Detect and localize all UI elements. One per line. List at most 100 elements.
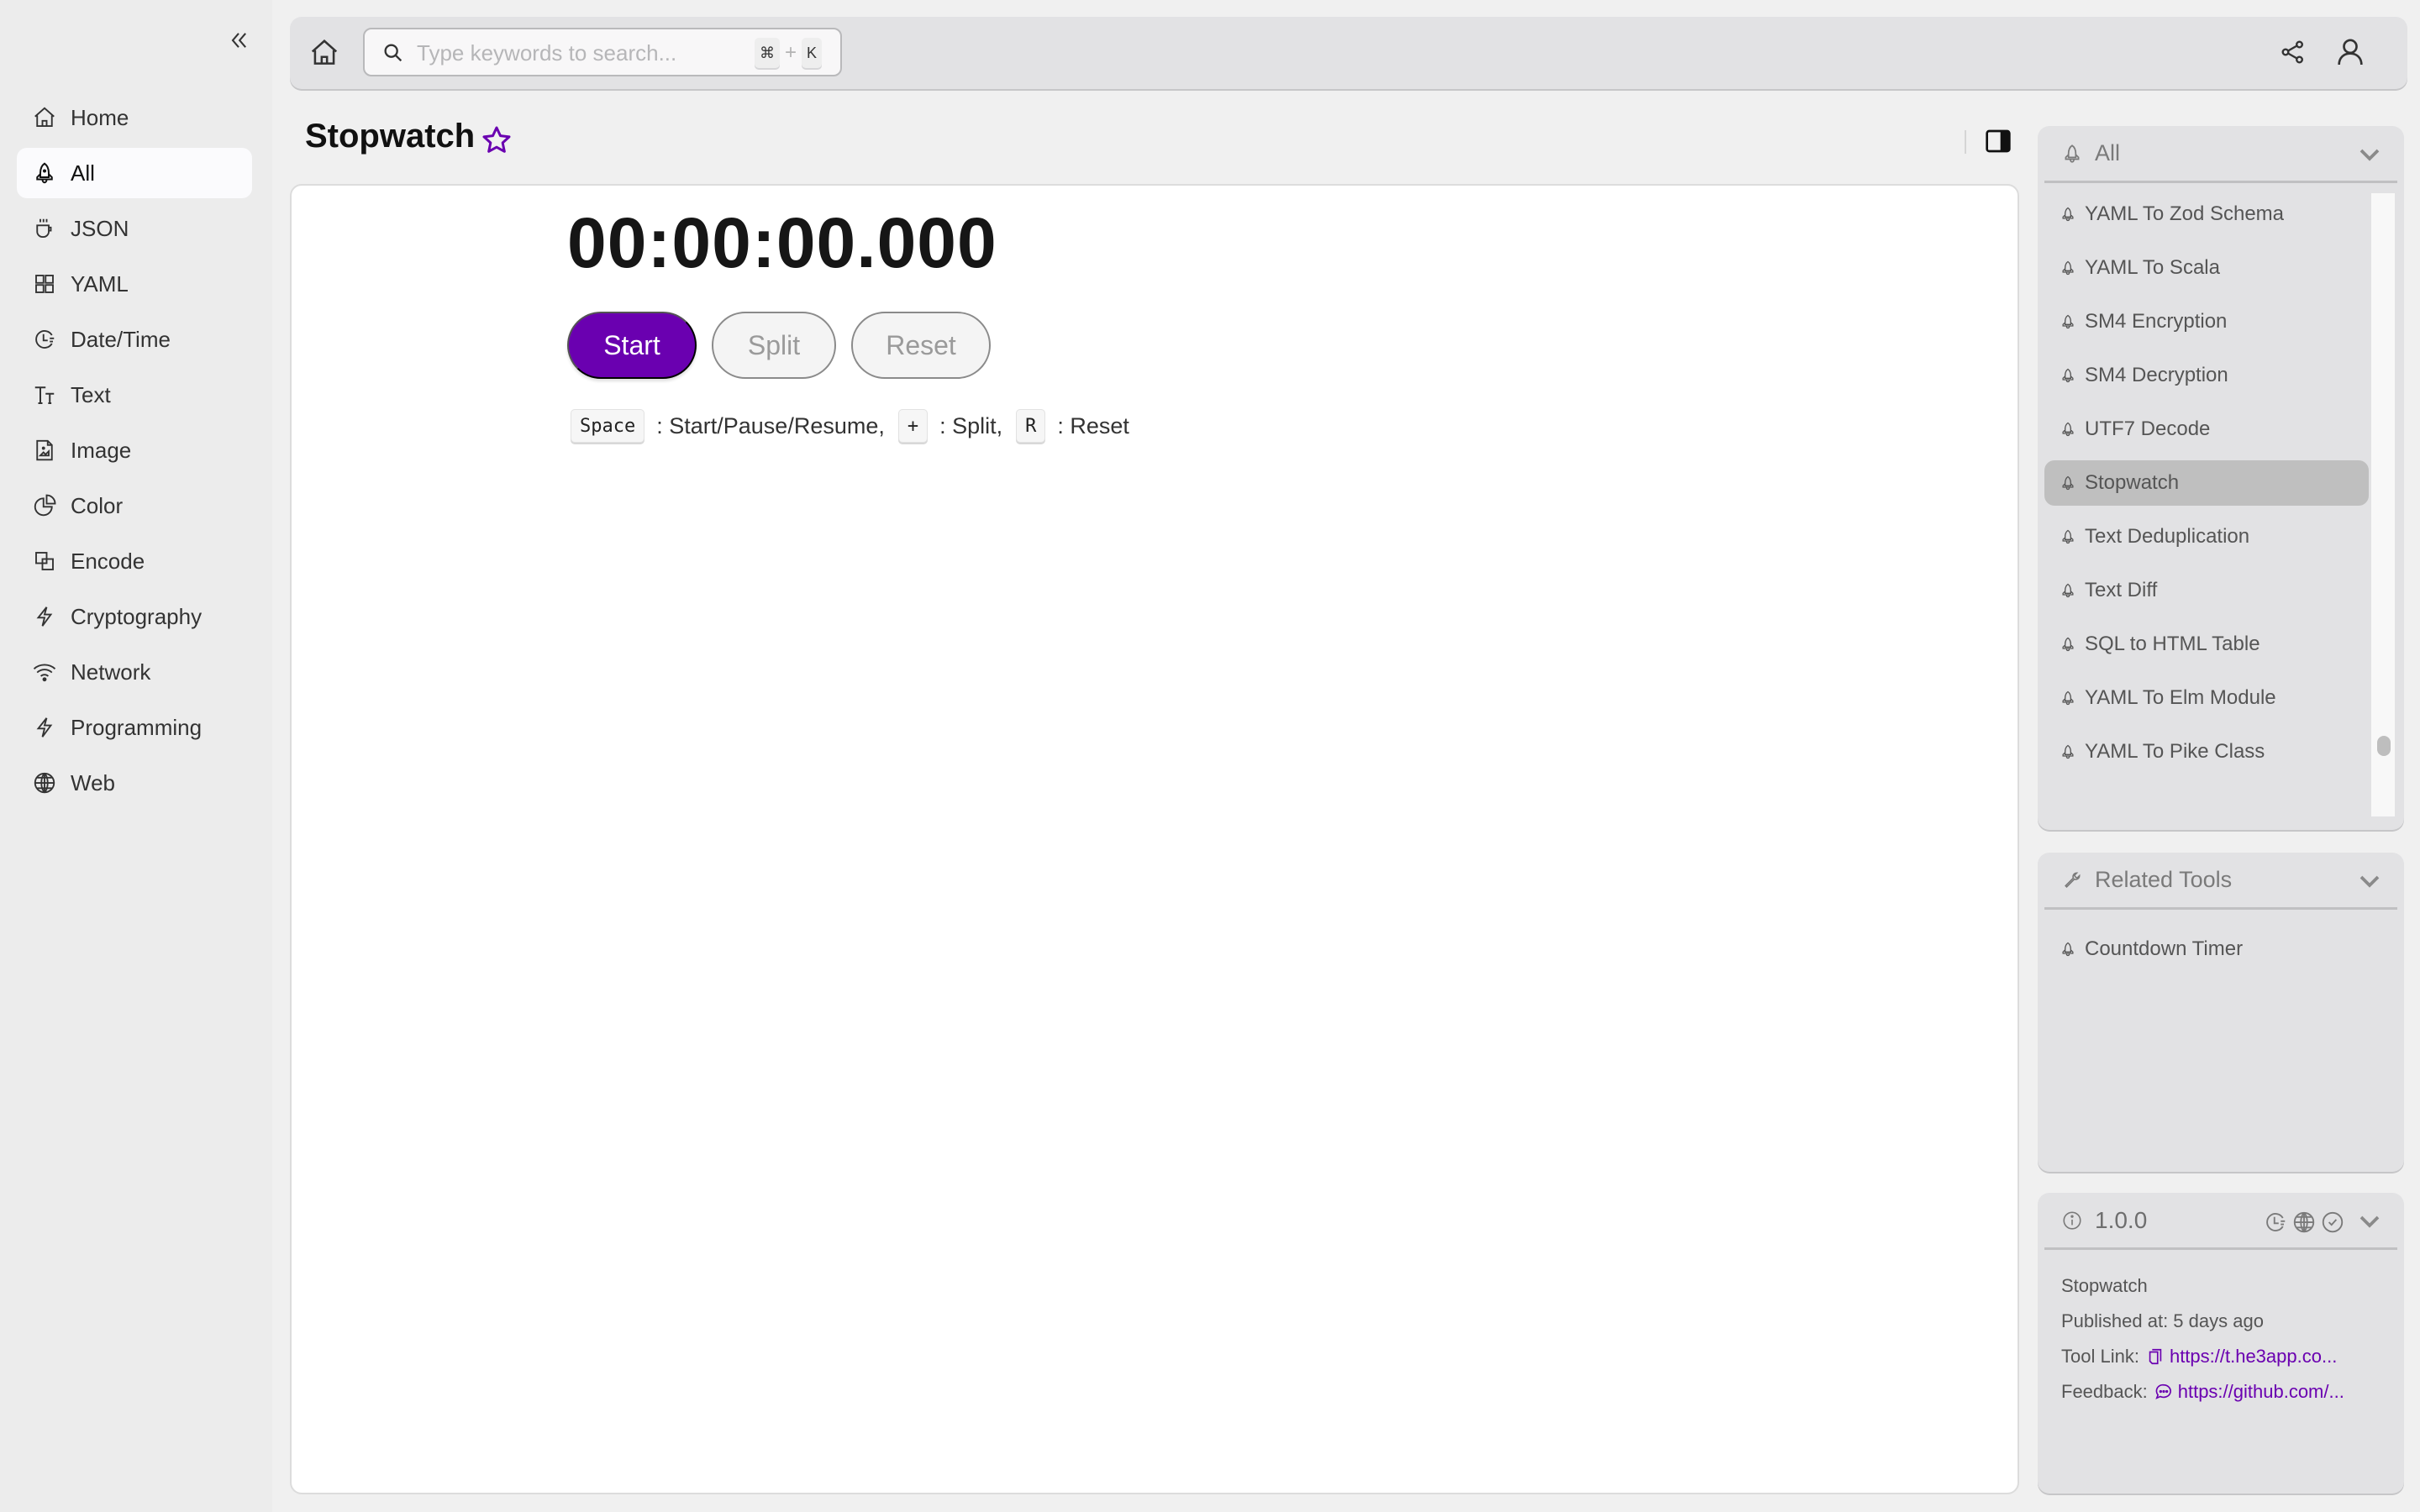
chevron-down-icon[interactable] (2357, 144, 2382, 165)
sidebar-item-label: Date/Time (71, 326, 171, 352)
shortcut-mod-key: ⌘ (754, 38, 780, 68)
search-icon (384, 44, 402, 62)
tool-item-selected[interactable]: Stopwatch (2044, 460, 2369, 506)
tool-item[interactable]: UTF7 Decode (2044, 407, 2369, 452)
user-icon (2338, 39, 2363, 66)
stopwatch-card: 00:00:00.000 Start Split Reset Space : S… (290, 184, 2019, 1494)
all-tools-panel: All YAML To Zod Schema YAML To Scala SM4… (2038, 126, 2404, 830)
tool-item-label: Text Diff (2085, 579, 2158, 601)
sidebar-item-web[interactable]: Web (17, 758, 252, 808)
home-button[interactable] (308, 37, 340, 69)
related-tool-item[interactable]: Countdown Timer (2044, 927, 2369, 972)
rocket-icon (2062, 314, 2074, 329)
tool-item-label: Text Deduplication (2085, 525, 2250, 548)
tool-item-label: Countdown Timer (2085, 937, 2244, 960)
toggle-right-panel-button[interactable] (1985, 128, 2012, 155)
all-tools-title: All (2095, 140, 2121, 165)
header-divider (1965, 130, 1966, 154)
tool-item[interactable]: YAML To Scala (2044, 245, 2369, 291)
all-tools-list: YAML To Zod Schema YAML To Scala SM4 Enc… (2044, 192, 2369, 783)
tool-link[interactable]: https://t.he3app.co... (2139, 1339, 2337, 1374)
shortcut-k-key: K (801, 38, 822, 68)
stopwatch-controls: Start Split Reset (567, 312, 991, 379)
sidebar-item-label: All (71, 160, 95, 186)
hint-key-r: R (1016, 409, 1046, 443)
sidebar-item-yaml[interactable]: YAML (17, 259, 252, 309)
tool-link-url: https://t.he3app.co... (2169, 1346, 2338, 1367)
sidebar-item-color[interactable]: Color (17, 480, 252, 531)
tool-version: 1.0.0 (2095, 1206, 2148, 1233)
tool-item[interactable]: SQL to HTML Table (2044, 622, 2369, 667)
tool-link-label: Tool Link: (2061, 1346, 2139, 1367)
tool-item[interactable]: Text Deduplication (2044, 514, 2369, 559)
chat-bubble-icon (2155, 1383, 2171, 1399)
tool-item[interactable]: YAML To Zod Schema (2044, 192, 2369, 237)
tool-info-actions (2263, 1210, 2345, 1235)
reset-button[interactable]: Reset (851, 312, 991, 379)
top-bar: ⌘ + K (290, 17, 2407, 89)
search-input[interactable] (417, 36, 702, 70)
sidebar-item-label: Color (71, 492, 124, 518)
sidebar-item-text[interactable]: Text (17, 370, 252, 420)
double-chevron-left-icon (231, 33, 246, 48)
tool-item[interactable]: Text Diff (2044, 568, 2369, 613)
favorite-button[interactable] (480, 123, 513, 157)
sidebar-item-json[interactable]: JSON (17, 203, 252, 254)
rocket-icon (2062, 368, 2074, 383)
rocket-icon (36, 162, 53, 184)
image-file-icon (36, 439, 53, 461)
tool-item-label: YAML To Zod Schema (2085, 202, 2284, 225)
tool-item[interactable]: YAML To Pike Class (2044, 729, 2369, 774)
rocket-icon (2062, 583, 2074, 598)
web-button[interactable] (2291, 1210, 2317, 1235)
user-account-button[interactable] (2333, 35, 2367, 69)
tool-info-header[interactable]: 1.0.0 (2044, 1193, 2397, 1250)
start-button[interactable]: Start (567, 312, 697, 379)
sidebar-item-label: Cryptography (71, 603, 203, 629)
collapse-sidebar-button[interactable] (224, 25, 254, 55)
shortcut-plus: + (784, 41, 797, 64)
sidebar-item-label: YAML (71, 270, 129, 297)
tool-item-label: YAML To Scala (2085, 256, 2220, 279)
feedback-link-url: https://github.com/... (2177, 1381, 2344, 1402)
home-icon (34, 107, 55, 127)
share-button[interactable] (2278, 37, 2308, 67)
home-icon (311, 39, 338, 65)
pie-chart-icon (34, 494, 56, 517)
related-tools-header[interactable]: Related Tools (2044, 853, 2397, 910)
sidebar-item-all[interactable]: All (17, 148, 252, 198)
lightning-icon (36, 717, 53, 738)
sidebar-item-network[interactable]: Network (17, 647, 252, 697)
clock-icon (2266, 1213, 2286, 1231)
chevron-down-icon[interactable] (2357, 1211, 2382, 1231)
rocket-icon (2062, 260, 2074, 276)
hint-text-start: : Start/Pause/Resume, (656, 412, 885, 438)
sidebar-item-cryptography[interactable]: Cryptography (17, 591, 252, 642)
scrollbar-thumb[interactable] (2377, 736, 2391, 756)
rocket-icon (2062, 637, 2074, 652)
sidebar-item-image[interactable]: Image (17, 425, 252, 475)
related-tools-list: Countdown Timer (2044, 927, 2369, 980)
chevron-down-icon[interactable] (2357, 871, 2382, 891)
feedback-link[interactable]: https://github.com/... (2148, 1374, 2344, 1410)
tool-item-label: YAML To Elm Module (2085, 686, 2276, 709)
tool-item[interactable]: SM4 Decryption (2044, 353, 2369, 398)
feedback-label: Feedback: (2061, 1381, 2148, 1402)
tool-item-label: SQL to HTML Table (2085, 633, 2260, 655)
all-tools-header[interactable]: All (2044, 126, 2397, 183)
search-box[interactable]: ⌘ + K (363, 28, 842, 76)
tool-item[interactable]: SM4 Encryption (2044, 299, 2369, 344)
related-tools-panel: Related Tools Countdown Timer (2038, 853, 2404, 1172)
hint-key-plus: + (897, 409, 929, 443)
sidebar-item-home[interactable]: Home (17, 92, 252, 143)
verified-button[interactable] (2320, 1210, 2345, 1235)
sidebar-item-programming[interactable]: Programming (17, 702, 252, 753)
history-button[interactable] (2263, 1210, 2288, 1235)
check-circle-icon (2322, 1211, 2344, 1233)
sidebar-item-encode[interactable]: Encode (17, 536, 252, 586)
all-tools-scrollbar[interactable] (2371, 193, 2395, 816)
sidebar-item-label: Web (71, 769, 115, 795)
split-button[interactable]: Split (712, 312, 836, 379)
sidebar-item-date-time[interactable]: Date/Time (17, 314, 252, 365)
tool-item[interactable]: YAML To Elm Module (2044, 675, 2369, 721)
